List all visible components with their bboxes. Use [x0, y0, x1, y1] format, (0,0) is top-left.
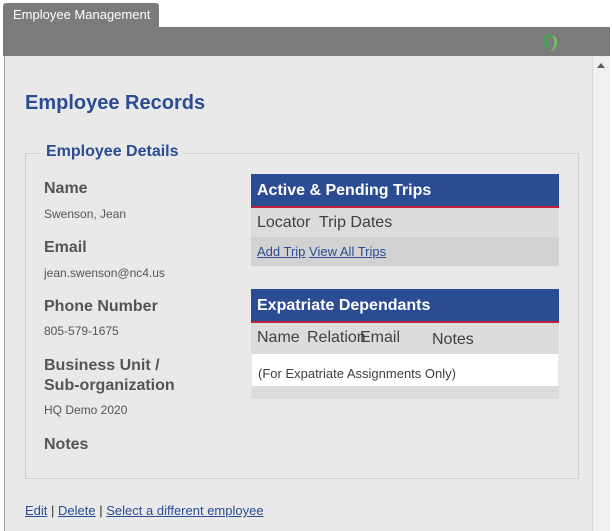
tab-employee-management[interactable]: Employee Management	[3, 3, 159, 27]
delete-link[interactable]: Delete	[58, 503, 96, 518]
view-all-trips-link[interactable]: View All Trips	[309, 244, 386, 259]
name-value: Swenson, Jean	[44, 207, 127, 221]
scroll-up-arrow-icon[interactable]	[597, 63, 605, 68]
notes-label: Notes	[44, 436, 89, 453]
trips-column-trip-dates: Trip Dates	[319, 214, 393, 231]
trips-column-locator: Locator	[257, 214, 311, 231]
refresh-icon[interactable]	[541, 31, 559, 53]
page-title: Employee Records	[25, 92, 206, 114]
dependants-column-name: Name	[257, 329, 300, 346]
footer-links: Edit | Delete | Select a different emplo…	[25, 503, 264, 518]
add-trip-link[interactable]: Add Trip	[257, 244, 305, 259]
footer-separator-1: |	[51, 503, 55, 518]
business-unit-label-line2: Sub-organization	[44, 377, 175, 394]
business-unit-label: Business Unit / Sub-organization	[44, 356, 175, 396]
dependants-column-notes: Notes	[432, 331, 474, 348]
edit-link[interactable]: Edit	[25, 503, 47, 518]
dependants-info-row: (For Expatriate Assignments Only)	[252, 354, 558, 386]
email-label: Email	[44, 239, 87, 256]
dependants-column-header-row: Name Relation Email Notes	[251, 323, 559, 354]
trips-column-header-row: Locator Trip Dates	[251, 208, 559, 237]
phone-value: 805-579-1675	[44, 324, 119, 338]
trip-links: Add Trip View All Trips	[257, 244, 386, 259]
dependants-info-text: (For Expatriate Assignments Only)	[258, 366, 456, 381]
trips-header: Active & Pending Trips	[251, 174, 559, 208]
dependants-header: Expatriate Dependants	[251, 289, 559, 323]
dependants-column-email: Email	[360, 329, 401, 346]
email-value: jean.swenson@nc4.us	[44, 266, 165, 280]
tab-toolbar	[3, 27, 610, 56]
vertical-scrollbar[interactable]	[592, 57, 610, 531]
select-different-employee-link[interactable]: Select a different employee	[106, 503, 263, 518]
business-unit-value: HQ Demo 2020	[44, 403, 128, 417]
name-label: Name	[44, 180, 88, 197]
footer-separator-2: |	[99, 503, 103, 518]
employee-details-legend: Employee Details	[41, 143, 184, 161]
phone-label: Phone Number	[44, 298, 158, 315]
business-unit-label-line1: Business Unit /	[44, 357, 160, 374]
tab-label: Employee Management	[13, 7, 151, 22]
dependants-column-relation: Relation	[307, 329, 366, 346]
dependants-footer-row	[251, 386, 559, 399]
